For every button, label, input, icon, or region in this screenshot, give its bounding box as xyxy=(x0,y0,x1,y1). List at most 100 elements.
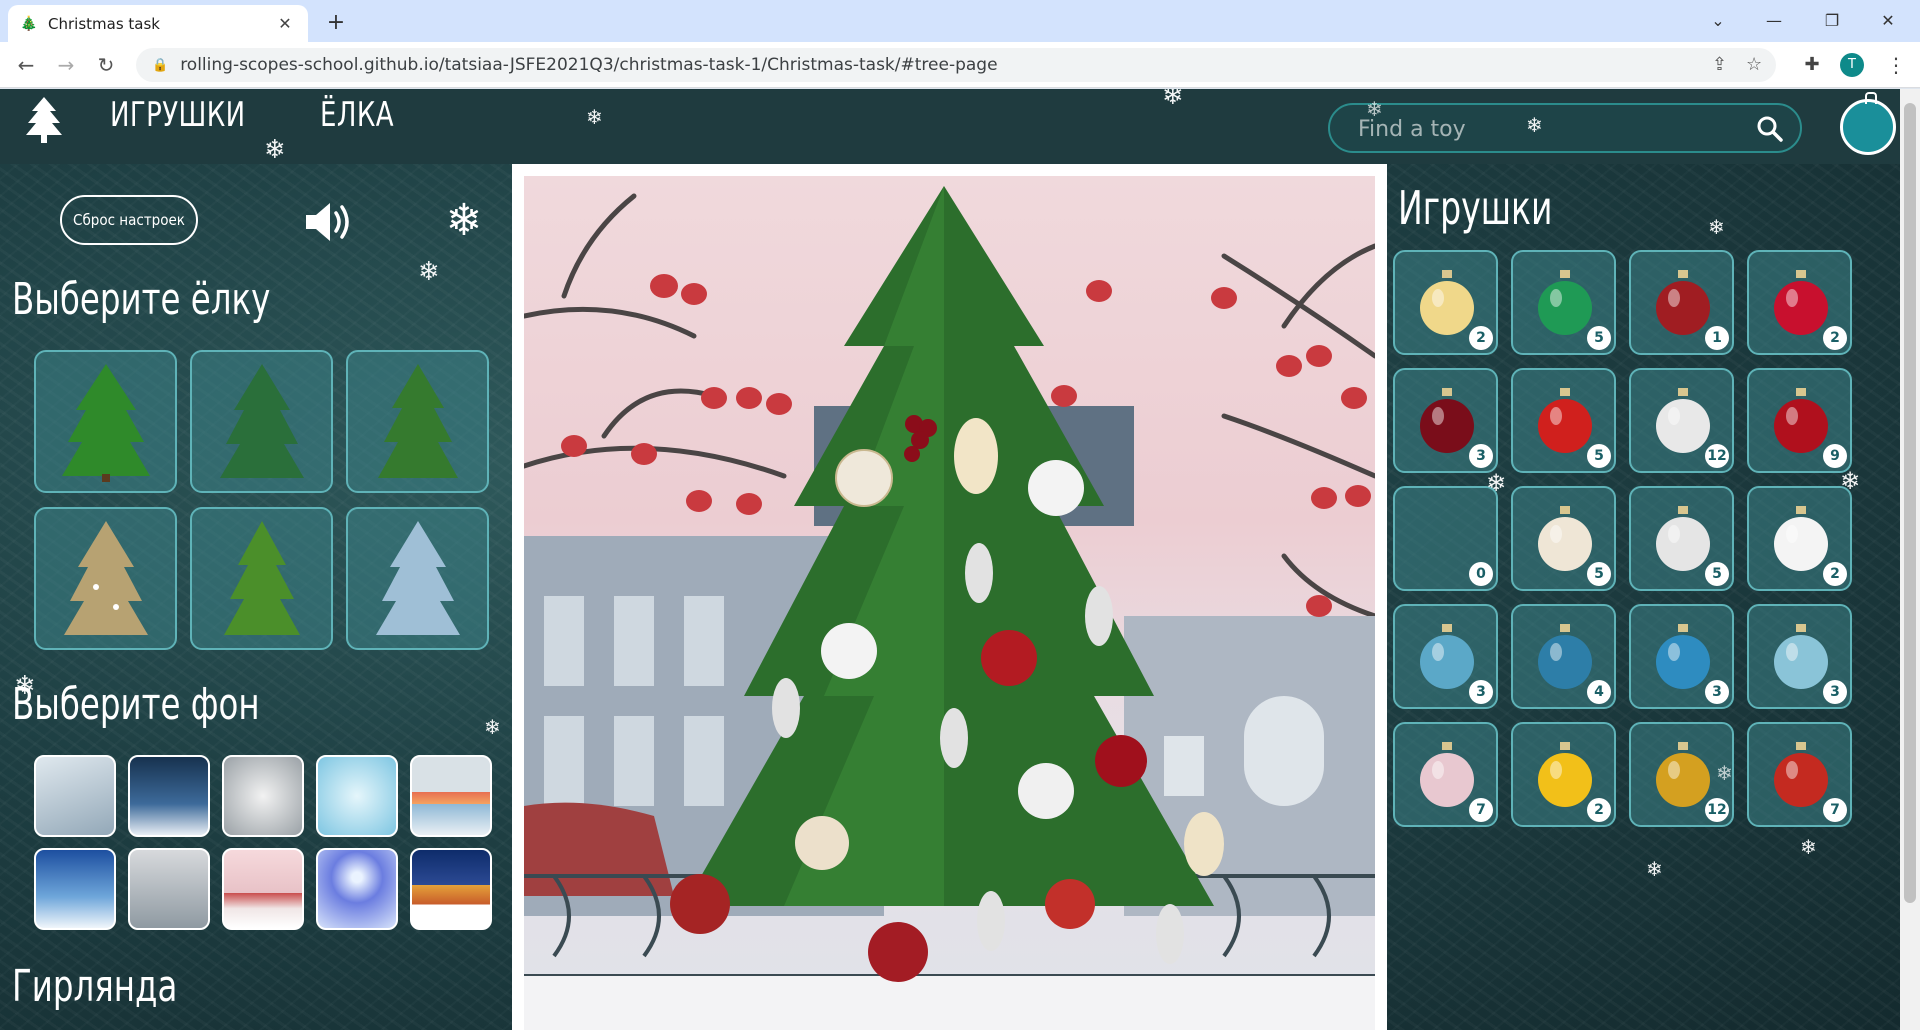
toy-card[interactable]: 5 xyxy=(1511,368,1616,473)
toy-count-badge: 9 xyxy=(1823,444,1847,468)
toy-card[interactable]: 5 xyxy=(1511,250,1616,355)
snowflake-icon: ❄ xyxy=(418,257,440,287)
bg-option-9[interactable] xyxy=(316,848,398,930)
selected-toys-counter[interactable] xyxy=(1840,92,1896,155)
christmas-scene-illustration xyxy=(524,186,1375,1030)
toy-ornament-icon[interactable] xyxy=(1651,268,1715,338)
toy-card[interactable]: 3 xyxy=(1629,604,1734,709)
profile-avatar[interactable]: T xyxy=(1840,53,1864,77)
tab-close-icon[interactable]: ✕ xyxy=(274,13,296,35)
back-arrow-icon[interactable]: ← xyxy=(12,51,40,79)
home-tree-logo-icon[interactable] xyxy=(24,95,64,145)
tree-thumbnail-2 xyxy=(219,363,304,478)
toy-ornament-icon[interactable] xyxy=(1769,504,1833,574)
toy-card[interactable]: 9 xyxy=(1747,368,1852,473)
toy-card[interactable]: 2 xyxy=(1747,486,1852,591)
toy-card[interactable]: 3 xyxy=(1393,368,1498,473)
bg-option-5[interactable] xyxy=(410,755,492,837)
toy-ornament-icon[interactable] xyxy=(1533,740,1597,810)
search-container xyxy=(1328,103,1802,153)
toy-count-badge: 2 xyxy=(1823,326,1847,350)
toy-card[interactable]: 2 xyxy=(1511,722,1616,827)
toy-ornament-icon[interactable] xyxy=(1415,740,1479,810)
toy-count-badge: 4 xyxy=(1587,680,1611,704)
toy-card[interactable]: 5 xyxy=(1511,486,1616,591)
bg-option-6[interactable] xyxy=(34,848,116,930)
tree-option-4[interactable] xyxy=(34,507,177,650)
bg-option-8[interactable] xyxy=(222,848,304,930)
toy-ornament-icon[interactable] xyxy=(1533,386,1597,456)
address-bar[interactable]: 🔒 rolling-scopes-school.github.io/tatsia… xyxy=(136,48,1776,82)
browser-menu-icon[interactable]: ⋮ xyxy=(1884,52,1908,78)
toy-card[interactable]: 3 xyxy=(1747,604,1852,709)
toy-ornament-icon[interactable] xyxy=(1415,268,1479,338)
toy-ornament-icon[interactable] xyxy=(1769,622,1833,692)
search-icon[interactable] xyxy=(1756,115,1784,143)
minimize-button[interactable]: — xyxy=(1752,6,1796,36)
search-input[interactable] xyxy=(1358,115,1738,143)
toy-card[interactable]: 1 xyxy=(1629,250,1734,355)
toy-count-badge: 12 xyxy=(1705,798,1729,822)
bg-option-4[interactable] xyxy=(316,755,398,837)
toy-ornament-icon[interactable] xyxy=(1651,504,1715,574)
restore-button[interactable]: ❐ xyxy=(1810,6,1854,36)
tree-option-1[interactable] xyxy=(34,350,177,493)
toy-ornament-icon[interactable] xyxy=(1651,740,1715,810)
toy-ornament-icon[interactable] xyxy=(1769,740,1833,810)
url-text: rolling-scopes-school.github.io/tatsiaa-… xyxy=(180,55,998,75)
snowfall-toggle-icon[interactable]: ❄ xyxy=(440,197,488,245)
snowflake-icon: ❄ xyxy=(484,715,501,739)
toy-count-badge: 3 xyxy=(1705,680,1729,704)
toy-card[interactable]: 4 xyxy=(1511,604,1616,709)
browser-tab[interactable]: 🎄 Christmas task ✕ xyxy=(8,5,308,42)
toy-card[interactable]: 2 xyxy=(1393,250,1498,355)
nav-toys-link[interactable]: ИГРУШКИ xyxy=(110,95,246,135)
tree-thumbnail-4 xyxy=(63,520,148,635)
tab-search-chevron-icon[interactable]: ⌄ xyxy=(1696,6,1740,36)
toys-panel-title: Игрушки xyxy=(1398,181,1553,235)
toy-card[interactable]: 7 xyxy=(1747,722,1852,827)
tree-option-5[interactable] xyxy=(190,507,333,650)
toy-count-badge: 3 xyxy=(1469,680,1493,704)
toy-ornament-icon[interactable] xyxy=(1651,386,1715,456)
bg-option-2[interactable] xyxy=(128,755,210,837)
tree-drop-zone[interactable] xyxy=(524,176,1375,1030)
toy-ornament-icon[interactable] xyxy=(1533,504,1597,574)
toy-ornament-icon[interactable] xyxy=(1769,386,1833,456)
toy-card[interactable]: 3 xyxy=(1393,604,1498,709)
tree-option-2[interactable] xyxy=(190,350,333,493)
tree-option-3[interactable] xyxy=(346,350,489,493)
toy-ornament-icon[interactable] xyxy=(1769,268,1833,338)
toy-card[interactable]: 0 xyxy=(1393,486,1498,591)
tree-thumbnail-6 xyxy=(375,520,460,635)
reload-icon[interactable]: ↻ xyxy=(92,51,120,79)
bg-option-3[interactable] xyxy=(222,755,304,837)
bookmark-star-icon[interactable]: ☆ xyxy=(1746,54,1762,75)
reset-settings-button[interactable]: Сброс настроек xyxy=(60,195,198,245)
nav-tree-link[interactable]: ЁЛКА xyxy=(320,95,394,135)
close-window-button[interactable]: ✕ xyxy=(1866,6,1910,36)
toy-card[interactable]: 12 xyxy=(1629,368,1734,473)
toy-card[interactable]: 12 xyxy=(1629,722,1734,827)
tree-option-6[interactable] xyxy=(346,507,489,650)
bg-option-1[interactable] xyxy=(34,755,116,837)
toy-ornament-icon[interactable] xyxy=(1415,386,1479,456)
toy-card[interactable]: 2 xyxy=(1747,250,1852,355)
bg-option-7[interactable] xyxy=(128,848,210,930)
toy-card[interactable]: 5 xyxy=(1629,486,1734,591)
bg-option-10[interactable] xyxy=(410,848,492,930)
toy-card[interactable]: 7 xyxy=(1393,722,1498,827)
toy-ornament-icon[interactable] xyxy=(1651,622,1715,692)
share-icon[interactable]: ⇪ xyxy=(1712,54,1727,75)
toy-ornament-icon[interactable] xyxy=(1415,622,1479,692)
scrollbar-thumb[interactable] xyxy=(1904,103,1916,903)
forward-arrow-icon[interactable]: → xyxy=(52,51,80,79)
toy-count-badge: 5 xyxy=(1705,562,1729,586)
page-scrollbar[interactable] xyxy=(1900,89,1920,1030)
toy-ornament-icon[interactable] xyxy=(1533,268,1597,338)
new-tab-button[interactable]: + xyxy=(322,9,350,37)
extensions-puzzle-icon[interactable]: ✚ xyxy=(1800,53,1824,77)
toy-ornament-icon[interactable] xyxy=(1533,622,1597,692)
toy-count-badge: 2 xyxy=(1823,562,1847,586)
sound-toggle-icon[interactable] xyxy=(302,199,358,245)
